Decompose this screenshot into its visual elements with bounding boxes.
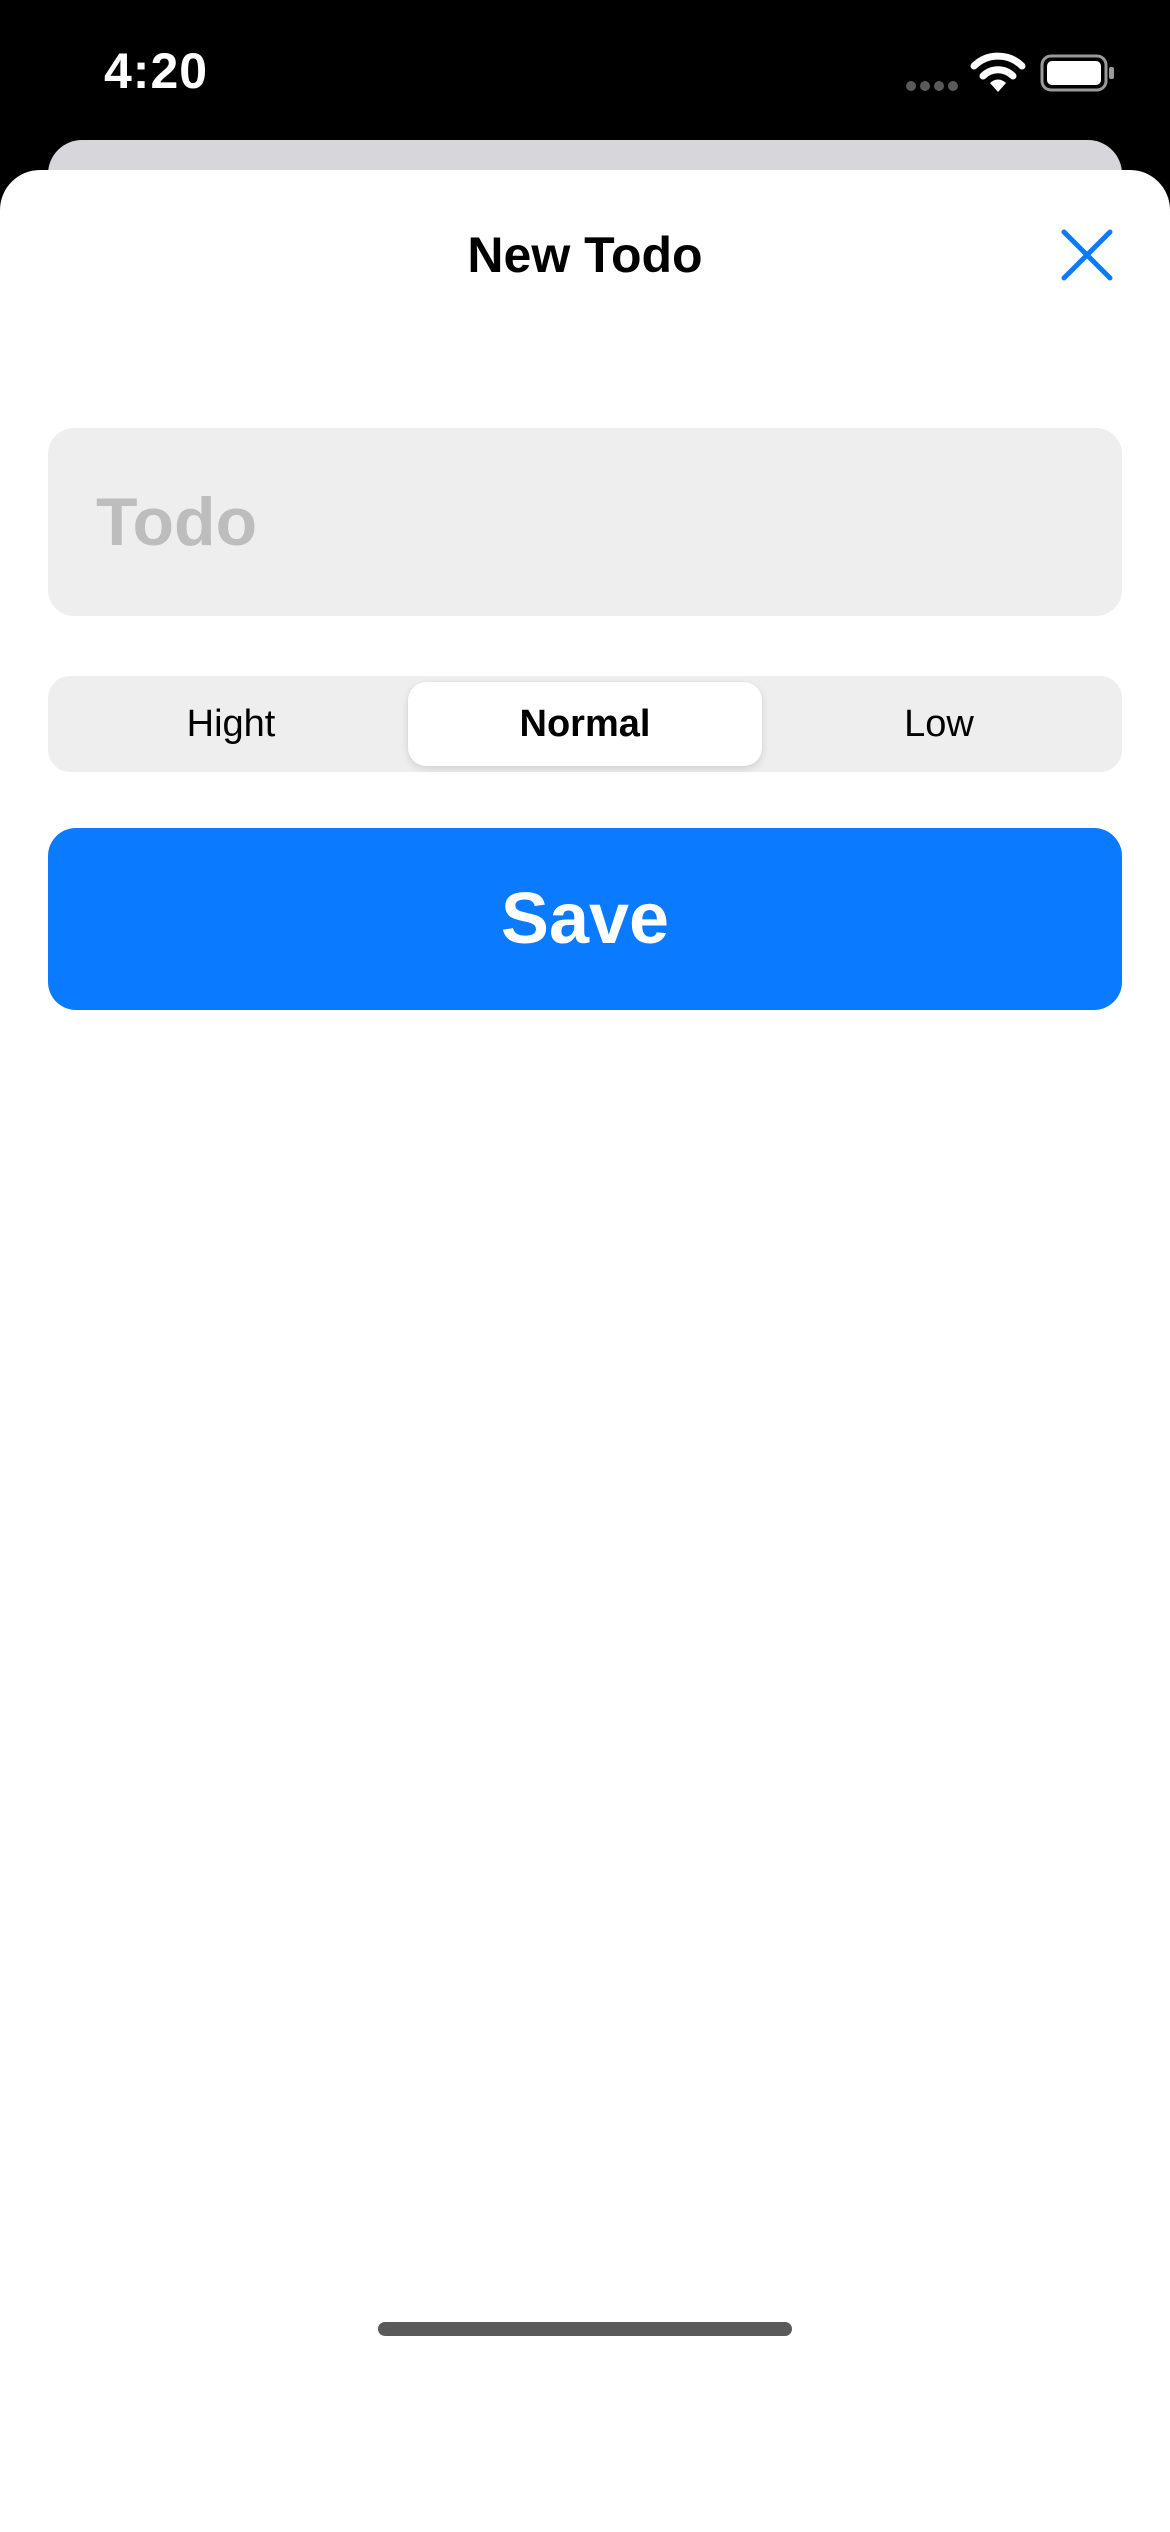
battery-icon xyxy=(1040,54,1114,92)
status-time: 4:20 xyxy=(104,43,209,99)
new-todo-sheet: New Todo Hight Normal Low Save xyxy=(0,170,1170,2532)
signal-dots-icon xyxy=(906,81,958,91)
sheet-title: New Todo xyxy=(467,227,703,283)
priority-segment-normal[interactable]: Normal xyxy=(408,682,762,766)
home-indicator xyxy=(378,2322,792,2336)
todo-field xyxy=(48,428,1122,616)
priority-segment-low[interactable]: Low xyxy=(762,682,1116,766)
save-button[interactable]: Save xyxy=(48,828,1122,1010)
close-icon[interactable] xyxy=(1052,220,1122,290)
todo-input[interactable] xyxy=(48,428,1122,616)
priority-segment-hight[interactable]: Hight xyxy=(54,682,408,766)
wifi-icon xyxy=(970,52,1026,92)
screen: 4:20 New Todo Hight N xyxy=(0,0,1170,2532)
priority-segmented-control: Hight Normal Low xyxy=(48,676,1122,772)
status-bar: 4:20 xyxy=(0,0,1170,150)
